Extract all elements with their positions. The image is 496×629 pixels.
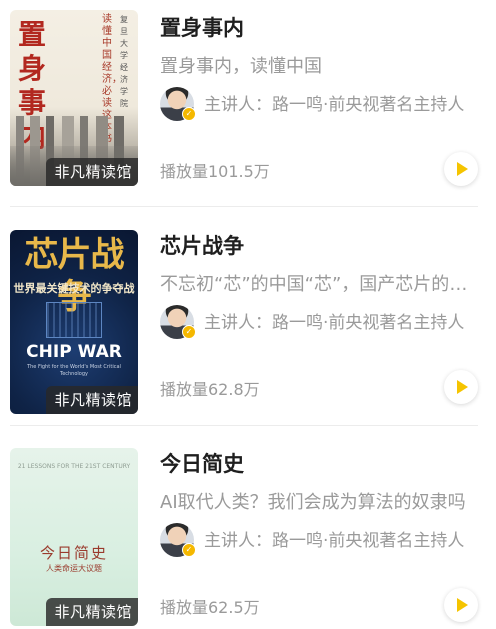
speaker-row: ✓ 主讲人：路一鸣·前央视著名主持人 — [160, 523, 472, 559]
speaker-label: 主讲人：路一鸣·前央视著名主持人 — [204, 95, 465, 115]
audiobook-card[interactable]: 芯片战争 世界最关键技术的争夺战 CHIP WAR The Fight for … — [0, 212, 496, 420]
book-title[interactable]: 今日简史 — [160, 450, 244, 478]
book-title[interactable]: 置身事内 — [160, 14, 244, 42]
divider — [10, 206, 478, 207]
cover-title: 今日简史 — [39, 544, 108, 562]
speaker-label: 主讲人：路一鸣·前央视著名主持人 — [204, 531, 465, 551]
cover-subtitle: 世界最关键技术的争夺战 — [13, 282, 135, 295]
play-count: 播放量62.5万 — [160, 598, 260, 617]
speaker-avatar-wrap: ✓ — [160, 87, 198, 123]
book-cover[interactable]: 芯片战争 世界最关键技术的争夺战 CHIP WAR The Fight for … — [10, 230, 138, 414]
cover-publisher: 复旦大学经济学院 — [120, 15, 128, 108]
cover-badge: 非凡精读馆 — [46, 598, 138, 626]
audiobook-card[interactable]: 21 LESSONS FOR THE 21ST CENTURY 今日简史 人类命… — [0, 432, 496, 629]
cover-english-title: CHIP WAR — [26, 342, 122, 362]
speaker-avatar-wrap: ✓ — [160, 305, 198, 341]
divider — [10, 425, 478, 426]
book-cover[interactable]: 21 LESSONS FOR THE 21ST CENTURY 今日简史 人类命… — [10, 448, 138, 626]
speaker-avatar-wrap: ✓ — [160, 523, 198, 559]
cover-badge: 非凡精读馆 — [46, 386, 138, 414]
audiobook-list: 置身事内 读懂中国经济，必读这本书 复旦大学经济学院 非凡精读馆 置身事内 置身… — [0, 0, 496, 629]
play-count: 播放量101.5万 — [160, 162, 270, 181]
cover-english-subtitle: The Fight for the World's Most Critical … — [27, 364, 121, 377]
play-button[interactable] — [444, 370, 478, 404]
book-description: 置身事内，读懂中国 — [160, 56, 322, 77]
cover-chip-graphic — [46, 302, 102, 338]
cover-top-text: 21 LESSONS FOR THE 21ST CENTURY — [17, 463, 131, 470]
audiobook-card[interactable]: 置身事内 读懂中国经济，必读这本书 复旦大学经济学院 非凡精读馆 置身事内 置身… — [0, 0, 496, 208]
play-icon — [457, 598, 468, 612]
play-count: 播放量62.8万 — [160, 380, 260, 399]
play-icon — [457, 380, 468, 394]
book-description: 不忘初“芯”的中国“芯”，国产芯片的崛起之路 — [160, 274, 478, 295]
book-description: AI取代人类？我们会成为算法的奴隶吗 — [160, 492, 466, 513]
play-button[interactable] — [444, 152, 478, 186]
speaker-label: 主讲人：路一鸣·前央视著名主持人 — [204, 313, 465, 333]
cover-subtitle: 人类命运大议题 — [46, 564, 102, 573]
book-title[interactable]: 芯片战争 — [160, 232, 244, 260]
verified-badge-icon: ✓ — [182, 107, 196, 121]
verified-badge-icon: ✓ — [182, 325, 196, 339]
book-cover[interactable]: 置身事内 读懂中国经济，必读这本书 复旦大学经济学院 非凡精读馆 — [10, 10, 138, 186]
play-button[interactable] — [444, 588, 478, 622]
speaker-row: ✓ 主讲人：路一鸣·前央视著名主持人 — [160, 87, 472, 123]
speaker-row: ✓ 主讲人：路一鸣·前央视著名主持人 — [160, 305, 472, 341]
play-icon — [457, 162, 468, 176]
cover-badge: 非凡精读馆 — [46, 158, 138, 186]
verified-badge-icon: ✓ — [182, 543, 196, 557]
